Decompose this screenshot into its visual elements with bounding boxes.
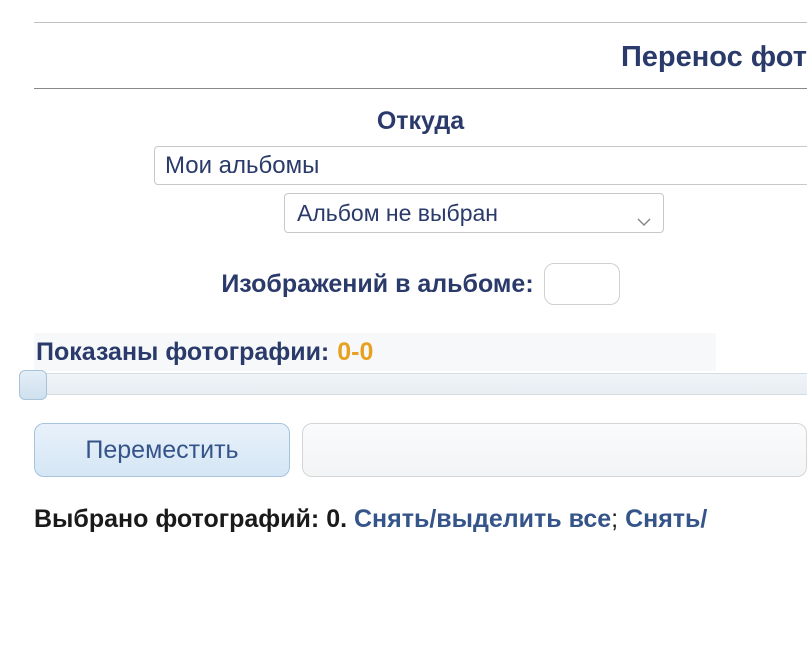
selection-status: Выбрано фотографий: 0. Снять/выделить вс… [34, 505, 807, 534]
divider-top [34, 22, 807, 23]
source-label: Откуда [34, 107, 807, 136]
toggle-all-link[interactable]: Снять/выделить все [354, 505, 611, 533]
my-albums-input[interactable]: Мои альбомы [154, 146, 807, 185]
slider-thumb[interactable] [19, 370, 47, 400]
my-albums-text: Мои альбомы [165, 152, 319, 180]
chevron-down-icon [637, 206, 651, 220]
move-button[interactable]: Переместить [34, 423, 290, 477]
album-select[interactable]: Альбом не выбран [284, 193, 664, 233]
photo-slider[interactable] [20, 373, 807, 395]
toggle-partial-link[interactable]: Снять/ [625, 505, 707, 533]
page-title: Перенос фот [34, 41, 807, 74]
shown-photos-range: 0-0 [337, 338, 373, 367]
link-separator: ; [611, 505, 625, 533]
shown-photos-label: Показаны фотографии: [36, 338, 329, 367]
selected-count-label: Выбрано фотографий: [34, 505, 326, 533]
secondary-button[interactable] [302, 423, 807, 477]
divider-mid [34, 88, 807, 89]
album-select-text: Альбом не выбран [297, 200, 498, 227]
shown-photos-row: Показаны фотографии: 0-0 [34, 333, 716, 371]
selected-period: . [340, 505, 354, 533]
selected-count-value: 0 [326, 505, 340, 533]
move-button-label: Переместить [85, 436, 238, 465]
images-count-value [544, 263, 620, 305]
images-count-label: Изображений в альбоме: [221, 270, 533, 299]
